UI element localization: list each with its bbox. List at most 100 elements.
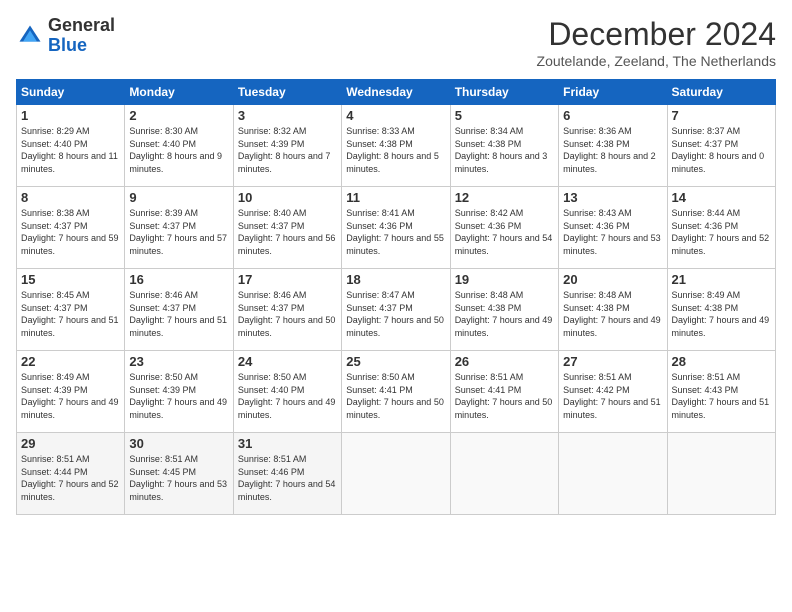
table-row: [559, 433, 667, 515]
logo-general: General: [48, 15, 115, 35]
day-info: Sunrise: 8:43 AMSunset: 4:36 PMDaylight:…: [563, 208, 661, 256]
day-number: 19: [455, 272, 554, 287]
day-number: 18: [346, 272, 445, 287]
logo-icon: [16, 22, 44, 50]
table-row: 25 Sunrise: 8:50 AMSunset: 4:41 PMDaylig…: [342, 351, 450, 433]
table-row: [342, 433, 450, 515]
day-info: Sunrise: 8:39 AMSunset: 4:37 PMDaylight:…: [129, 208, 227, 256]
table-row: 11 Sunrise: 8:41 AMSunset: 4:36 PMDaylig…: [342, 187, 450, 269]
col-saturday: Saturday: [667, 80, 775, 105]
day-info: Sunrise: 8:51 AMSunset: 4:44 PMDaylight:…: [21, 454, 119, 502]
day-number: 31: [238, 436, 337, 451]
day-number: 17: [238, 272, 337, 287]
col-monday: Monday: [125, 80, 233, 105]
table-row: 26 Sunrise: 8:51 AMSunset: 4:41 PMDaylig…: [450, 351, 558, 433]
day-info: Sunrise: 8:45 AMSunset: 4:37 PMDaylight:…: [21, 290, 119, 338]
table-row: 17 Sunrise: 8:46 AMSunset: 4:37 PMDaylig…: [233, 269, 341, 351]
table-row: 14 Sunrise: 8:44 AMSunset: 4:36 PMDaylig…: [667, 187, 775, 269]
day-info: Sunrise: 8:30 AMSunset: 4:40 PMDaylight:…: [129, 126, 222, 174]
day-info: Sunrise: 8:38 AMSunset: 4:37 PMDaylight:…: [21, 208, 119, 256]
col-tuesday: Tuesday: [233, 80, 341, 105]
table-row: [450, 433, 558, 515]
day-number: 3: [238, 108, 337, 123]
day-number: 12: [455, 190, 554, 205]
day-number: 9: [129, 190, 228, 205]
day-number: 14: [672, 190, 771, 205]
day-number: 30: [129, 436, 228, 451]
table-row: 2 Sunrise: 8:30 AMSunset: 4:40 PMDayligh…: [125, 105, 233, 187]
day-number: 21: [672, 272, 771, 287]
table-row: [667, 433, 775, 515]
header: General Blue December 2024 Zoutelande, Z…: [16, 16, 776, 69]
logo-text: General Blue: [48, 16, 115, 56]
day-info: Sunrise: 8:29 AMSunset: 4:40 PMDaylight:…: [21, 126, 118, 174]
table-row: 28 Sunrise: 8:51 AMSunset: 4:43 PMDaylig…: [667, 351, 775, 433]
day-number: 27: [563, 354, 662, 369]
day-info: Sunrise: 8:50 AMSunset: 4:41 PMDaylight:…: [346, 372, 444, 420]
day-info: Sunrise: 8:34 AMSunset: 4:38 PMDaylight:…: [455, 126, 548, 174]
day-info: Sunrise: 8:50 AMSunset: 4:40 PMDaylight:…: [238, 372, 336, 420]
day-info: Sunrise: 8:49 AMSunset: 4:38 PMDaylight:…: [672, 290, 770, 338]
col-thursday: Thursday: [450, 80, 558, 105]
day-info: Sunrise: 8:33 AMSunset: 4:38 PMDaylight:…: [346, 126, 439, 174]
calendar-week-row: 1 Sunrise: 8:29 AMSunset: 4:40 PMDayligh…: [17, 105, 776, 187]
table-row: 8 Sunrise: 8:38 AMSunset: 4:37 PMDayligh…: [17, 187, 125, 269]
calendar-week-row: 8 Sunrise: 8:38 AMSunset: 4:37 PMDayligh…: [17, 187, 776, 269]
day-number: 22: [21, 354, 120, 369]
col-friday: Friday: [559, 80, 667, 105]
calendar-week-row: 15 Sunrise: 8:45 AMSunset: 4:37 PMDaylig…: [17, 269, 776, 351]
table-row: 7 Sunrise: 8:37 AMSunset: 4:37 PMDayligh…: [667, 105, 775, 187]
calendar-week-row: 29 Sunrise: 8:51 AMSunset: 4:44 PMDaylig…: [17, 433, 776, 515]
day-number: 15: [21, 272, 120, 287]
table-row: 21 Sunrise: 8:49 AMSunset: 4:38 PMDaylig…: [667, 269, 775, 351]
day-info: Sunrise: 8:48 AMSunset: 4:38 PMDaylight:…: [563, 290, 661, 338]
day-info: Sunrise: 8:51 AMSunset: 4:45 PMDaylight:…: [129, 454, 227, 502]
day-number: 4: [346, 108, 445, 123]
day-info: Sunrise: 8:51 AMSunset: 4:42 PMDaylight:…: [563, 372, 661, 420]
page: General Blue December 2024 Zoutelande, Z…: [0, 0, 792, 612]
month-title: December 2024: [537, 16, 776, 53]
table-row: 29 Sunrise: 8:51 AMSunset: 4:44 PMDaylig…: [17, 433, 125, 515]
day-info: Sunrise: 8:46 AMSunset: 4:37 PMDaylight:…: [238, 290, 336, 338]
day-number: 23: [129, 354, 228, 369]
table-row: 30 Sunrise: 8:51 AMSunset: 4:45 PMDaylig…: [125, 433, 233, 515]
day-number: 16: [129, 272, 228, 287]
table-row: 9 Sunrise: 8:39 AMSunset: 4:37 PMDayligh…: [125, 187, 233, 269]
day-number: 28: [672, 354, 771, 369]
day-info: Sunrise: 8:36 AMSunset: 4:38 PMDaylight:…: [563, 126, 656, 174]
table-row: 5 Sunrise: 8:34 AMSunset: 4:38 PMDayligh…: [450, 105, 558, 187]
day-number: 7: [672, 108, 771, 123]
calendar-header-row: Sunday Monday Tuesday Wednesday Thursday…: [17, 80, 776, 105]
table-row: 13 Sunrise: 8:43 AMSunset: 4:36 PMDaylig…: [559, 187, 667, 269]
logo-blue: Blue: [48, 35, 87, 55]
day-info: Sunrise: 8:50 AMSunset: 4:39 PMDaylight:…: [129, 372, 227, 420]
day-number: 24: [238, 354, 337, 369]
title-block: December 2024 Zoutelande, Zeeland, The N…: [537, 16, 776, 69]
day-info: Sunrise: 8:51 AMSunset: 4:41 PMDaylight:…: [455, 372, 553, 420]
day-number: 5: [455, 108, 554, 123]
day-number: 29: [21, 436, 120, 451]
table-row: 1 Sunrise: 8:29 AMSunset: 4:40 PMDayligh…: [17, 105, 125, 187]
subtitle: Zoutelande, Zeeland, The Netherlands: [537, 53, 776, 69]
col-sunday: Sunday: [17, 80, 125, 105]
day-number: 10: [238, 190, 337, 205]
day-info: Sunrise: 8:41 AMSunset: 4:36 PMDaylight:…: [346, 208, 444, 256]
day-info: Sunrise: 8:49 AMSunset: 4:39 PMDaylight:…: [21, 372, 119, 420]
day-info: Sunrise: 8:32 AMSunset: 4:39 PMDaylight:…: [238, 126, 331, 174]
table-row: 27 Sunrise: 8:51 AMSunset: 4:42 PMDaylig…: [559, 351, 667, 433]
table-row: 23 Sunrise: 8:50 AMSunset: 4:39 PMDaylig…: [125, 351, 233, 433]
day-info: Sunrise: 8:51 AMSunset: 4:43 PMDaylight:…: [672, 372, 770, 420]
day-info: Sunrise: 8:37 AMSunset: 4:37 PMDaylight:…: [672, 126, 765, 174]
table-row: 24 Sunrise: 8:50 AMSunset: 4:40 PMDaylig…: [233, 351, 341, 433]
day-number: 25: [346, 354, 445, 369]
table-row: 31 Sunrise: 8:51 AMSunset: 4:46 PMDaylig…: [233, 433, 341, 515]
table-row: 22 Sunrise: 8:49 AMSunset: 4:39 PMDaylig…: [17, 351, 125, 433]
day-info: Sunrise: 8:44 AMSunset: 4:36 PMDaylight:…: [672, 208, 770, 256]
table-row: 19 Sunrise: 8:48 AMSunset: 4:38 PMDaylig…: [450, 269, 558, 351]
table-row: 4 Sunrise: 8:33 AMSunset: 4:38 PMDayligh…: [342, 105, 450, 187]
table-row: 15 Sunrise: 8:45 AMSunset: 4:37 PMDaylig…: [17, 269, 125, 351]
table-row: 20 Sunrise: 8:48 AMSunset: 4:38 PMDaylig…: [559, 269, 667, 351]
table-row: 12 Sunrise: 8:42 AMSunset: 4:36 PMDaylig…: [450, 187, 558, 269]
table-row: 16 Sunrise: 8:46 AMSunset: 4:37 PMDaylig…: [125, 269, 233, 351]
day-number: 13: [563, 190, 662, 205]
